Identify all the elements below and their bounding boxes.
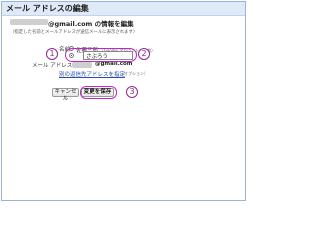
email-label: メール アドレス: <box>32 63 75 69</box>
dialog-title: メール アドレスの編集 <box>6 4 89 13</box>
reply-to-link[interactable]: 別の返信先アドレスを指定 <box>59 70 125 78</box>
dialog-titlebar: メール アドレスの編集 <box>2 2 245 16</box>
redacted-email-value <box>72 62 92 68</box>
annotation-marker-2: 2 <box>138 48 150 60</box>
edit-email-dialog: メール アドレスの編集 @gmail.com の情報を編集 （指定した名前とメー… <box>1 1 246 201</box>
heading-text: @gmail.com の情報を編集 <box>48 20 134 28</box>
cancel-button[interactable]: キャンセル <box>52 88 79 102</box>
dialog-note: （指定した名前とメールアドレスが送信メールに表示されます） <box>10 30 138 35</box>
redacted-email-local-part <box>10 19 48 25</box>
annotation-highlight-save <box>80 86 117 99</box>
annotation-highlight-name <box>65 48 137 62</box>
annotation-marker-3: 3 <box>126 86 138 98</box>
annotation-marker-1: 1 <box>46 48 58 60</box>
reply-to-optional-note: （オプション） <box>120 71 148 76</box>
